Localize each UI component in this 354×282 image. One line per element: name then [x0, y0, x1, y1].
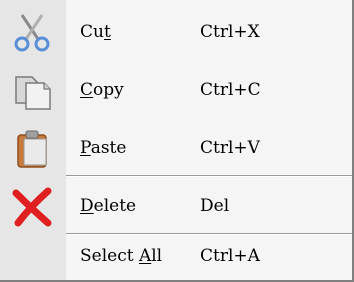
menu-item-shortcut: Ctrl+V: [200, 138, 260, 158]
menu-separator: [66, 175, 352, 177]
clipboard-icon: [17, 130, 47, 168]
menu-item-shortcut: Del: [200, 196, 230, 216]
menu-item-delete[interactable]: Delete Del: [0, 180, 352, 232]
menu-item-label: Delete: [80, 196, 137, 216]
menu-item-label: Copy: [80, 80, 124, 100]
menu-item-cut[interactable]: Cut Ctrl+X: [0, 6, 352, 58]
menu-item-label: Cut: [80, 22, 111, 42]
scissors-icon: [14, 14, 50, 52]
menu-item-shortcut: Ctrl+A: [200, 246, 260, 266]
menu-item-label: Paste: [80, 138, 127, 158]
menu-item-copy[interactable]: Copy Ctrl+C: [0, 64, 352, 116]
menu-item-shortcut: Ctrl+X: [200, 22, 260, 42]
menu-item-label: Select All: [80, 246, 163, 266]
menu-item-paste[interactable]: Paste Ctrl+V: [0, 122, 352, 174]
menu-item-shortcut: Ctrl+C: [200, 80, 261, 100]
copy-icon: [15, 76, 51, 110]
context-menu: Cut Ctrl+X Copy Ctrl+C Paste Ctrl+V Dele…: [0, 0, 354, 282]
delete-x-icon: [12, 187, 52, 227]
menu-item-select-all[interactable]: Select All Ctrl+A: [0, 232, 352, 280]
